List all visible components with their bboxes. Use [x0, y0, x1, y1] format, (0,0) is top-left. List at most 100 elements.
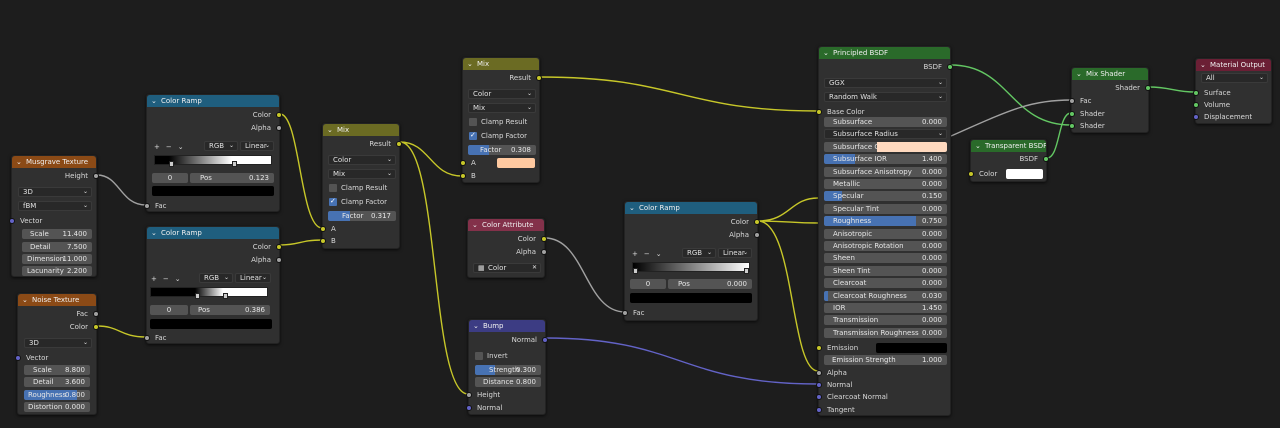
emission-strength-field[interactable]: Emission Strength 1.000	[824, 355, 947, 365]
field-sheen-tint[interactable]: Sheen Tint 0.000	[824, 266, 947, 276]
node-musgrave-texture[interactable]: ⌄ Musgrave Texture Height 3D ⌄ fBM ⌄ Vector…	[9, 155, 99, 277]
remove-stop-icon[interactable]: −	[644, 249, 650, 259]
distortion-field[interactable]: Distortion 0.000	[24, 402, 90, 412]
socket-icon[interactable]	[816, 370, 822, 376]
ramp-stop-handle[interactable]	[195, 293, 201, 299]
socket-icon[interactable]	[396, 141, 402, 147]
subsurface-method-dropdown[interactable]: Random Walk ⌄	[824, 92, 947, 102]
socket-icon[interactable]	[1043, 156, 1049, 162]
node-header[interactable]: ⌄ Color Attribute	[468, 219, 544, 231]
add-stop-icon[interactable]: +	[632, 249, 638, 259]
ramp-stop-handle[interactable]	[744, 268, 749, 274]
lacunarity-field[interactable]: Lacunarity 2.200	[22, 266, 92, 276]
field-subsurface-ior[interactable]: Subsurface IOR 1.400	[824, 154, 947, 164]
stop-index-field[interactable]: 0	[152, 173, 188, 183]
distribution-dropdown[interactable]: GGX ⌄	[824, 78, 947, 88]
socket-icon[interactable]	[276, 257, 282, 263]
stop-color-swatch[interactable]	[630, 293, 752, 303]
factor-slider[interactable]: Factor 0.308	[468, 145, 536, 155]
socket-icon[interactable]	[276, 112, 282, 118]
socket-icon[interactable]	[144, 335, 150, 341]
collapse-chevron-icon[interactable]: ⌄	[151, 227, 157, 239]
color-mode-dropdown[interactable]: RGB ⌄	[199, 273, 233, 283]
node-header[interactable]: ⌄ Musgrave Texture	[12, 156, 96, 168]
clamp-factor-checkbox[interactable]: Clamp Factor	[469, 130, 527, 141]
ramp-stop-handle[interactable]	[231, 161, 237, 167]
field-ior[interactable]: IOR 1.450	[824, 303, 947, 313]
scale-field[interactable]: Scale 8.800	[24, 365, 90, 375]
socket-icon[interactable]	[1069, 98, 1075, 104]
dimension-field[interactable]: Dimension 11.000	[22, 254, 92, 264]
socket-icon[interactable]	[816, 345, 822, 351]
interpolation-dropdown[interactable]: Linear ⌄	[240, 141, 274, 151]
color-ramp-gradient[interactable]	[150, 287, 268, 299]
field-anisotropic[interactable]: Anisotropic 0.000	[824, 229, 947, 239]
collapse-chevron-icon[interactable]: ⌄	[975, 140, 981, 152]
clear-icon[interactable]: ✕	[532, 264, 537, 272]
socket-icon[interactable]	[320, 226, 326, 232]
node-header[interactable]: ⌄ Noise Texture	[18, 294, 96, 306]
socket-icon[interactable]	[541, 249, 547, 255]
socket-icon[interactable]	[541, 236, 547, 242]
collapse-chevron-icon[interactable]: ⌄	[327, 124, 333, 136]
socket-icon[interactable]	[320, 238, 326, 244]
socket-icon[interactable]	[93, 311, 99, 317]
stop-pos-field[interactable]: Pos 0.123	[190, 173, 274, 183]
ramp-menu-icon[interactable]: ⌄	[178, 142, 184, 152]
color-ramp-gradient[interactable]	[632, 262, 750, 274]
detail-field[interactable]: Detail 7.500	[22, 242, 92, 252]
socket-icon[interactable]	[1069, 123, 1075, 129]
field-subsurface-radius[interactable]: Subsurface Radius ⌄	[824, 129, 947, 139]
add-stop-icon[interactable]: +	[154, 142, 160, 152]
node-header[interactable]: ⌄ Color Ramp	[147, 95, 279, 107]
field-subsurface-anisotropy[interactable]: Subsurface Anisotropy 0.000	[824, 167, 947, 177]
field-subsurface[interactable]: Subsurface 0.000	[824, 117, 947, 127]
socket-icon[interactable]	[1145, 85, 1151, 91]
add-stop-icon[interactable]: +	[151, 274, 157, 284]
field-clearcoat[interactable]: Clearcoat 0.000	[824, 278, 947, 288]
detail-field[interactable]: Detail 3.600	[24, 377, 90, 387]
field-specular[interactable]: Specular 0.150	[824, 191, 947, 201]
data-type-dropdown[interactable]: Color ⌄	[468, 89, 536, 99]
node-noise-texture[interactable]: ⌄ Noise Texture Fac Color 3D ⌄ Vector Scal…	[15, 293, 99, 415]
ramp-stop-handle[interactable]	[222, 293, 228, 299]
socket-icon[interactable]	[93, 173, 99, 179]
interpolation-dropdown[interactable]: Linear ⌄	[718, 248, 752, 258]
distance-field[interactable]: Distance 0.800	[475, 377, 541, 387]
socket-icon[interactable]	[15, 355, 21, 361]
socket-icon[interactable]	[622, 310, 628, 316]
data-type-dropdown[interactable]: Color ⌄	[328, 155, 396, 165]
socket-icon[interactable]	[276, 244, 282, 250]
remove-stop-icon[interactable]: −	[166, 142, 172, 152]
emission-color-swatch[interactable]	[876, 343, 947, 353]
invert-checkbox[interactable]: Invert	[475, 351, 508, 361]
node-color-ramp-3[interactable]: ⌄ Color Ramp Color Alpha + − ⌄ RGB ⌄ Linear ⌄…	[622, 201, 760, 321]
clamp-result-checkbox[interactable]: Clamp Result	[469, 117, 527, 127]
socket-icon[interactable]	[816, 109, 822, 115]
collapse-chevron-icon[interactable]: ⌄	[16, 156, 22, 168]
socket-icon[interactable]	[460, 160, 466, 166]
clamp-result-checkbox[interactable]: Clamp Result	[329, 183, 387, 193]
stop-pos-field[interactable]: Pos 0.000	[668, 279, 752, 289]
collapse-chevron-icon[interactable]: ⌄	[22, 294, 28, 306]
node-header[interactable]: ⌄ Bump	[469, 320, 545, 332]
target-dropdown[interactable]: All ⌄	[1201, 73, 1268, 83]
node-principled-bsdf[interactable]: ⌄ Principled BSDF BSDF GGX ⌄ Random Walk ⌄ …	[816, 46, 953, 416]
collapse-chevron-icon[interactable]: ⌄	[629, 202, 635, 214]
socket-icon[interactable]	[816, 407, 822, 413]
blend-mode-dropdown[interactable]: Mix ⌄	[328, 169, 396, 179]
ramp-stop-handle[interactable]	[168, 161, 174, 167]
collapse-chevron-icon[interactable]: ⌄	[467, 58, 473, 70]
field-subsurface-c[interactable]: Subsurface C...	[824, 142, 947, 152]
type-dropdown[interactable]: fBM ⌄	[18, 201, 92, 211]
socket-icon[interactable]	[947, 64, 953, 70]
scale-field[interactable]: Scale 11.400	[22, 229, 92, 239]
socket-icon[interactable]	[1193, 90, 1199, 96]
roughness-field[interactable]: Roughness 0.800	[24, 390, 90, 400]
stop-color-swatch[interactable]	[152, 186, 274, 196]
a-color-swatch[interactable]	[497, 158, 535, 168]
collapse-chevron-icon[interactable]: ⌄	[823, 47, 829, 59]
stop-index-field[interactable]: 0	[630, 279, 666, 289]
blend-mode-dropdown[interactable]: Mix ⌄	[468, 103, 536, 113]
field-clearcoat-roughness[interactable]: Clearcoat Roughness 0.030	[824, 291, 947, 301]
